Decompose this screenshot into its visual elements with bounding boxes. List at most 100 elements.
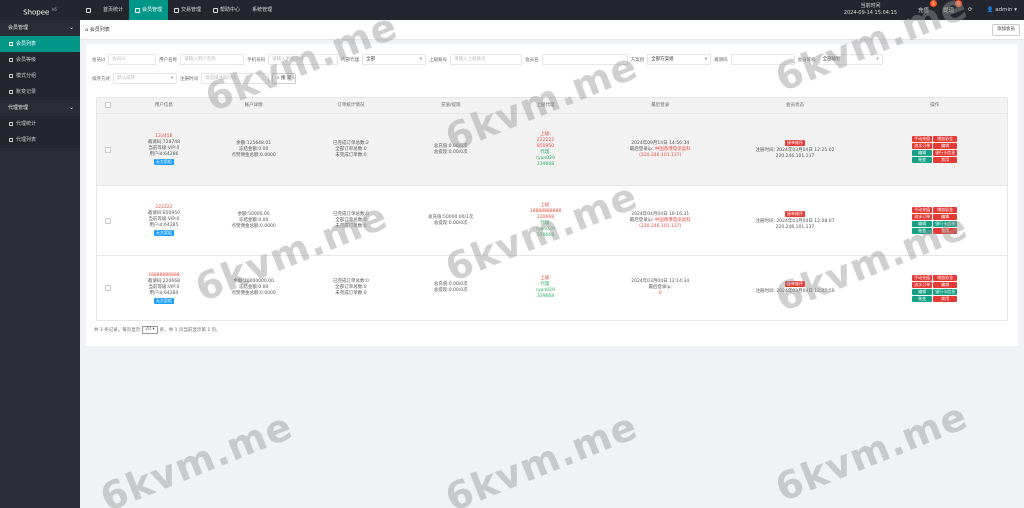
sidebar-item-account-log[interactable]: 账变记录 bbox=[0, 84, 80, 100]
internal-agent-select[interactable]: 全部 ▾ bbox=[362, 54, 427, 65]
last-login-ip-label: 最后登录ip: bbox=[629, 146, 654, 152]
member-id-input[interactable]: 会员id bbox=[108, 54, 157, 65]
plan-group-select[interactable]: 全部方案组 ▾ bbox=[647, 54, 712, 65]
header-last-login: 最近登录 bbox=[651, 103, 670, 108]
filter-member-id: 会员id 会员id bbox=[92, 54, 157, 65]
globe-icon bbox=[174, 7, 180, 13]
invite-code-input[interactable] bbox=[730, 54, 795, 65]
add-bonus-button[interactable]: 增加彩金 bbox=[933, 207, 958, 213]
nav-help-center[interactable]: 帮助中心 bbox=[207, 0, 246, 20]
row-checkbox-cell bbox=[97, 186, 119, 255]
manual-recharge-button[interactable]: 手动充值 bbox=[912, 274, 933, 281]
manual-recharge-button[interactable]: 手动充值 bbox=[912, 207, 933, 213]
plan-group-button[interactable]: 无方案组 bbox=[153, 297, 174, 304]
bank-card-button[interactable]: 银行卡信息 bbox=[933, 221, 958, 227]
turnover-orders-button[interactable]: 流水订单 bbox=[912, 214, 933, 220]
account-changes-button[interactable]: 账变 bbox=[912, 228, 933, 234]
filter-sort: 排序方式 默认排序 ▾ bbox=[92, 73, 177, 84]
actions-cell: 手动充值 增加彩金 流水订单 编辑 编辑 银行卡信息 账变 禁用 bbox=[862, 186, 1007, 255]
flag-icon bbox=[213, 7, 219, 13]
turnover-orders-button[interactable]: 流水订单 bbox=[912, 281, 933, 288]
member-level-select[interactable]: 全部级别 ▾ bbox=[818, 54, 883, 65]
disable-button[interactable]: 禁用 bbox=[933, 295, 958, 302]
tab-member-list[interactable]: ⌂ 会员列表 bbox=[85, 20, 110, 40]
manual-recharge-button[interactable]: 手动充值 bbox=[912, 136, 933, 142]
add-bonus-button[interactable]: 增加彩金 bbox=[933, 274, 958, 281]
user-info-cell: 222222 邀请码:850950 当前等级:VIP:0 用户id:64285 … bbox=[119, 186, 209, 255]
nav-system-management[interactable]: 系统管理 bbox=[246, 0, 278, 20]
header-checkbox-cell bbox=[97, 98, 119, 113]
turnover-orders-button[interactable]: 流水订单 bbox=[912, 143, 933, 149]
pending-orders: 未完成订单数:0 bbox=[335, 152, 367, 158]
header-account: 账户详情 bbox=[244, 103, 263, 108]
order-sequence-tag[interactable]: 接单顺序 bbox=[784, 281, 805, 287]
menu-icon[interactable] bbox=[80, 0, 97, 20]
disable-button[interactable]: 禁用 bbox=[933, 228, 958, 234]
sidebar-group-member[interactable]: 会员管理 ⌄ bbox=[0, 20, 80, 36]
table-row: 18888888888 邀请码:220668 当前等级:VIP:0 用户id:6… bbox=[97, 256, 1007, 320]
register-time-input[interactable]: 请选择注册时间 bbox=[201, 73, 269, 84]
plan-group-button[interactable]: 无方案组 bbox=[153, 230, 174, 236]
order-sequence-tag[interactable]: 接单顺序 bbox=[784, 210, 805, 217]
edit-button[interactable]: 编辑 bbox=[933, 143, 958, 149]
member-table: 用户信息 账户详情 订单统计情况 充值/提现 上级代理 最近登录 会员状态 操作… bbox=[96, 97, 1008, 321]
filter-invite-code: 邀请码 bbox=[714, 54, 795, 65]
last-login-ip-place: 中国香港电讯盈科 bbox=[654, 217, 691, 223]
withdraw-link[interactable]: 提现 0 bbox=[936, 0, 963, 14]
edit-button[interactable]: 编辑 bbox=[912, 288, 933, 295]
account-changes-button[interactable]: 账变 bbox=[912, 295, 933, 302]
disable-button[interactable]: 禁用 bbox=[933, 157, 958, 163]
phone-input[interactable]: 请输入手机号码 bbox=[268, 54, 339, 65]
sidebar-item-agent-stats[interactable]: 代理统计 bbox=[0, 116, 80, 132]
nav-home-stats[interactable]: 首页统计 bbox=[97, 0, 129, 20]
brand-logo[interactable]: Shopee V6 bbox=[0, 0, 80, 20]
parent-account-input[interactable]: 请输入上级账号 bbox=[450, 54, 523, 65]
header-actions: 操作 bbox=[930, 103, 940, 108]
sidebar-item-member-level[interactable]: 会员等级 bbox=[0, 52, 80, 68]
bank-card-button[interactable]: 银行卡信息 bbox=[933, 150, 958, 156]
sidebar-item-mode-group[interactable]: 模式分组 bbox=[0, 68, 80, 84]
username-input[interactable]: 请输入用户名称 bbox=[180, 54, 245, 65]
header-user-info: 用户信息 bbox=[154, 103, 173, 108]
member-list-card: 会员id 会员id 用户名称 请输入用户名称 手机号码 请输入手机号码 内部代理 全部 ▾… bbox=[86, 44, 1018, 346]
select-all-checkbox[interactable] bbox=[104, 101, 111, 108]
member-name-input[interactable] bbox=[541, 54, 628, 65]
register-time: 2024年03月04日 12:25:02 bbox=[776, 147, 835, 153]
edit-button[interactable]: 编辑 bbox=[912, 150, 933, 156]
header-status: 会员状态 bbox=[785, 103, 804, 108]
page-size-select[interactable]: 20 ▾ bbox=[142, 326, 158, 334]
sidebar-item-agent-list[interactable]: 代理列表 bbox=[0, 132, 80, 148]
account-changes-button[interactable]: 账变 bbox=[912, 157, 933, 163]
last-login-cell: 2024年09月14日 14:56:34 最后登录ip: 中国香港电讯盈科 (2… bbox=[593, 114, 728, 185]
user-menu[interactable]: 👤 admin ▾ bbox=[980, 7, 1024, 13]
refresh-icon[interactable]: ⟳ bbox=[961, 7, 980, 13]
sidebar-item-member-list[interactable]: 会员列表 bbox=[0, 36, 80, 52]
last-login-ip: 0 bbox=[658, 291, 662, 296]
recharge-link[interactable]: 充值 1 bbox=[911, 0, 938, 14]
search-button[interactable]: ⌕ 搜 索 bbox=[272, 73, 297, 84]
add-member-button[interactable]: 添加会员 bbox=[992, 24, 1020, 36]
edit-button[interactable]: 编辑 bbox=[933, 281, 958, 288]
filter-internal-agent: 内部代理 全部 ▾ bbox=[341, 54, 427, 65]
add-bonus-button[interactable]: 增加彩金 bbox=[933, 136, 958, 142]
row-checkbox[interactable] bbox=[104, 146, 111, 153]
register-time-label: 注册时间: bbox=[755, 147, 775, 153]
order-sequence-tag[interactable]: 接单顺序 bbox=[784, 139, 805, 146]
nav-trade-management[interactable]: 交易管理 bbox=[168, 0, 207, 20]
table-row: 123456 邀请码:728748 当前等级:VIP:0 用户id:64286 … bbox=[97, 114, 1007, 186]
row-checkbox[interactable] bbox=[104, 285, 111, 291]
bank-card-button[interactable]: 银行卡信息 bbox=[933, 288, 958, 295]
nav-member-management[interactable]: 会员管理 bbox=[129, 0, 169, 20]
header-orders: 订单统计情况 bbox=[337, 103, 365, 108]
agent-cell: 上级: 代理: ryan029 339668 bbox=[498, 256, 593, 320]
actions-cell: 手动充值 增加彩金 流水订单 编辑 编辑 银行卡信息 账变 禁用 bbox=[862, 256, 1007, 320]
sidebar-group-agent[interactable]: 代理管理 ⌄ bbox=[0, 100, 80, 116]
sort-select[interactable]: 默认排序 ▾ bbox=[113, 73, 177, 84]
row-checkbox[interactable] bbox=[104, 217, 111, 224]
edit-button[interactable]: 编辑 bbox=[912, 221, 933, 227]
filter-username: 用户名称 请输入用户名称 bbox=[159, 54, 245, 65]
edit-button[interactable]: 编辑 bbox=[933, 214, 958, 220]
filter-register-time: 注册时间 请选择注册时间 bbox=[180, 73, 269, 84]
register-time: 2024年03月04日 12:08:07 bbox=[776, 218, 835, 224]
plan-group-button[interactable]: 无方案组 bbox=[153, 159, 174, 165]
